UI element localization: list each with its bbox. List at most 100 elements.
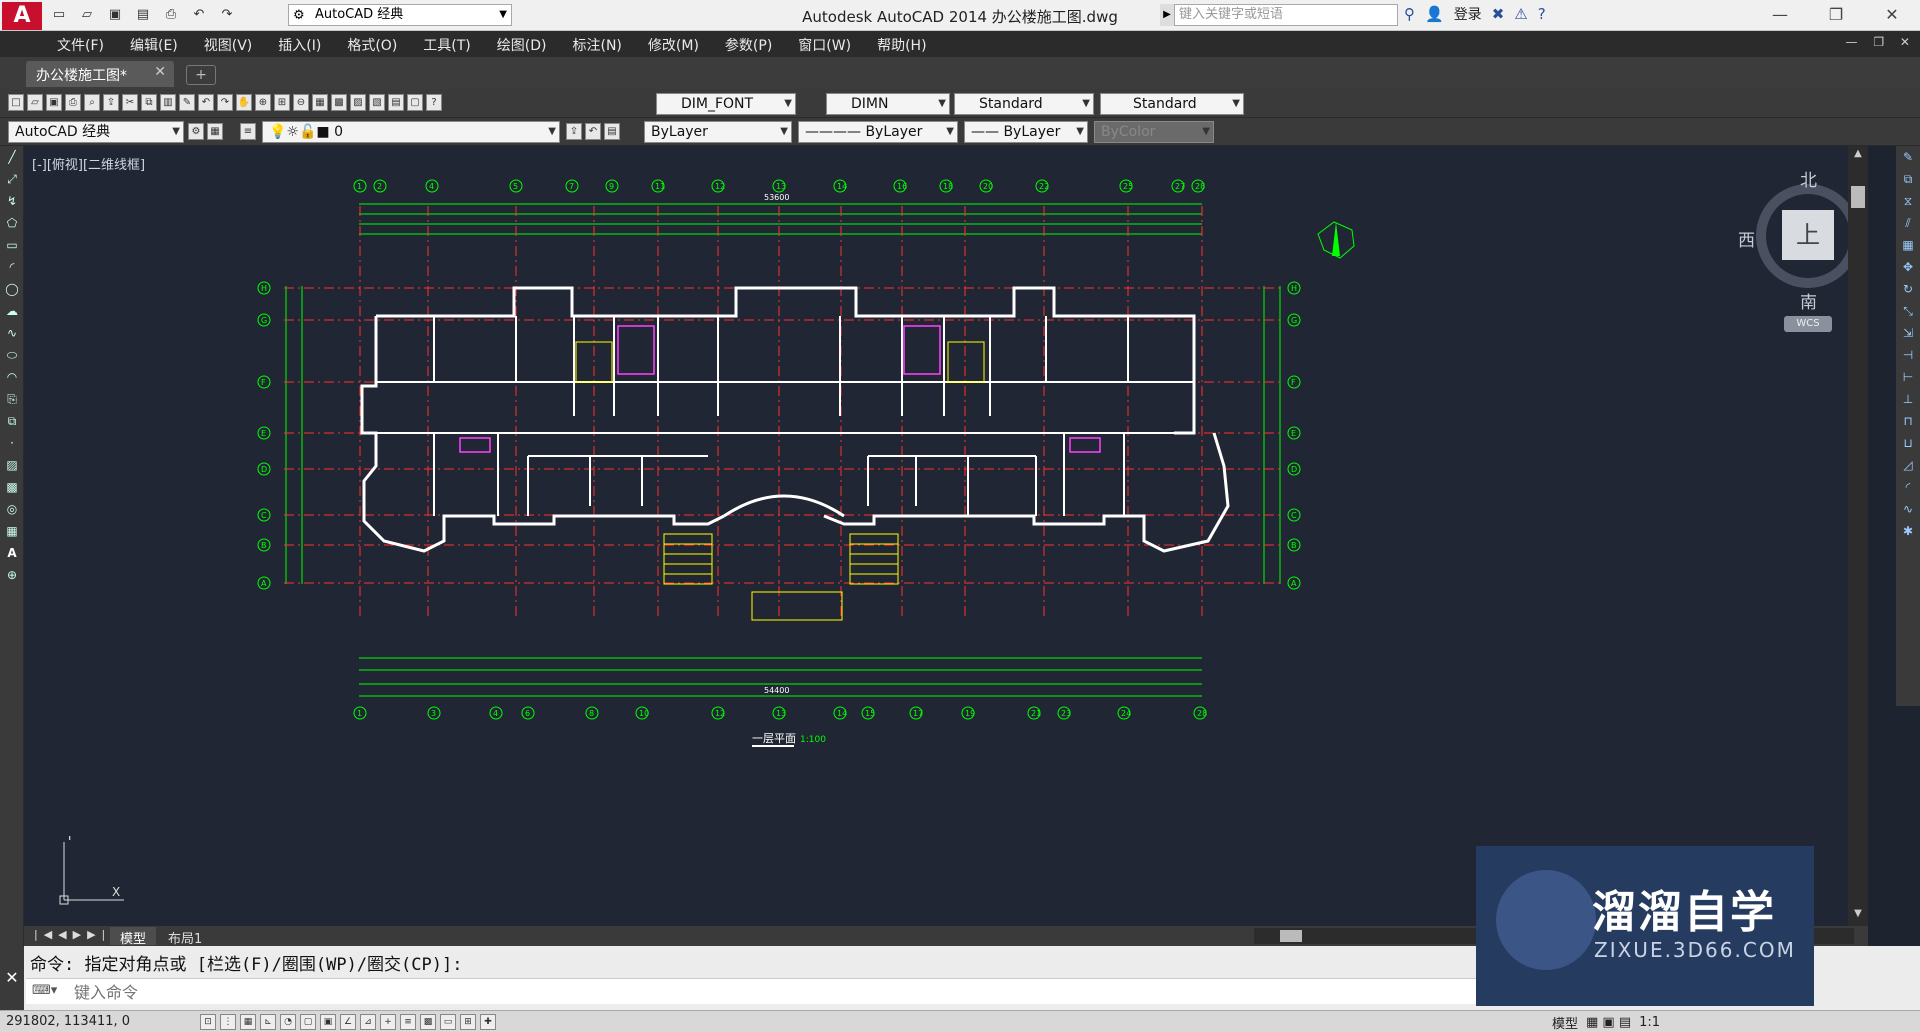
menu-file[interactable]: 文件(F) <box>44 31 117 57</box>
scroll-up-icon[interactable]: ▲ <box>1848 148 1868 164</box>
hatch-icon[interactable]: ▨ <box>3 458 21 476</box>
login-link[interactable]: 登录 <box>1454 4 1482 24</box>
layout-icons[interactable]: ▦ ▣ ▤ <box>1586 1015 1631 1030</box>
layer-previous-icon[interactable]: ↶ <box>585 123 601 140</box>
viewcube-face-top[interactable]: 上 <box>1782 210 1834 260</box>
coordinates-readout[interactable]: 291802, 113411, 0 <box>6 1014 130 1029</box>
table-style-select[interactable]: Standard ▼ <box>954 93 1094 115</box>
lineweight-icon[interactable]: ≡ <box>400 1014 416 1030</box>
new-icon[interactable]: ▭ <box>48 4 70 26</box>
ellipse-icon[interactable]: ⬭ <box>3 348 21 366</box>
3dosnap-icon[interactable]: ▣ <box>320 1014 336 1030</box>
layer-state-icon[interactable]: ▤ <box>604 123 620 140</box>
zoom-window-icon[interactable]: ⊞ <box>274 94 290 111</box>
make-block-icon[interactable]: ⧉ <box>3 414 21 432</box>
properties-icon[interactable]: ▦ <box>312 94 328 111</box>
ducs-icon[interactable]: ⊿ <box>360 1014 376 1030</box>
document-tab[interactable]: 办公楼施工图* ✕ <box>26 61 174 87</box>
rotate-icon[interactable]: ↻ <box>1899 282 1917 300</box>
matchprop-icon[interactable]: ✎ <box>179 94 195 111</box>
vertical-scrollbar[interactable]: ▲ ▼ <box>1848 146 1868 926</box>
mirror-icon[interactable]: ⧖ <box>1899 194 1917 212</box>
customize-icon[interactable]: ▦ <box>207 123 223 140</box>
compass-north[interactable]: 北 <box>1800 166 1817 191</box>
save-icon[interactable]: ▣ <box>104 4 126 26</box>
close-icon[interactable]: ✕ <box>0 946 24 1010</box>
user-icon[interactable]: 👤 <box>1425 5 1444 23</box>
binoculars-icon[interactable]: ⚲ <box>1404 5 1415 23</box>
layer-select[interactable]: 💡☼🔓■ 0 ▼ <box>262 121 560 143</box>
polyline-icon[interactable]: ↯ <box>3 194 21 212</box>
grid-icon[interactable]: ▦ <box>240 1014 256 1030</box>
break-icon[interactable]: ⊓ <box>1899 414 1917 432</box>
workspace-settings-icon[interactable]: ⚙ <box>188 123 204 140</box>
help-icon[interactable]: ? <box>1538 5 1546 23</box>
a360-icon[interactable]: ⚠ <box>1514 5 1527 23</box>
color-select[interactable]: ByLayer ▼ <box>644 121 792 143</box>
app-menu-button[interactable]: A <box>2 2 42 30</box>
qp-icon[interactable]: ▭ <box>440 1014 456 1030</box>
tab-model[interactable]: 模型 <box>110 927 157 947</box>
am-icon[interactable]: ✚ <box>480 1014 496 1030</box>
extend-icon[interactable]: ⊢ <box>1899 370 1917 388</box>
insert-block-icon[interactable]: ⎘ <box>3 392 21 410</box>
pan-icon[interactable]: ✋ <box>236 94 252 111</box>
mleader-style-select[interactable]: Standard ▼ <box>1100 93 1244 115</box>
menu-draw[interactable]: 绘图(D) <box>484 31 560 57</box>
arc-icon[interactable]: ◜ <box>3 260 21 278</box>
zoom-realtime-icon[interactable]: ⊕ <box>255 94 271 111</box>
print-icon[interactable]: ⎙ <box>160 4 182 26</box>
menu-parametric[interactable]: 参数(P) <box>712 31 785 57</box>
osnap-icon[interactable]: ▢ <box>300 1014 316 1030</box>
erase-icon[interactable]: ✎ <box>1899 150 1917 168</box>
toolpalette-icon[interactable]: ▨ <box>350 94 366 111</box>
scroll-down-icon[interactable]: ▼ <box>1848 908 1868 924</box>
copy-icon[interactable]: ⧉ <box>141 94 157 111</box>
print-icon[interactable]: ⎙ <box>65 94 81 111</box>
break-point-icon[interactable]: ⊥ <box>1899 392 1917 410</box>
cut-icon[interactable]: ✂ <box>122 94 138 111</box>
markup-icon[interactable]: ▤ <box>388 94 404 111</box>
menu-modify[interactable]: 修改(M) <box>635 31 712 57</box>
spline-icon[interactable]: ∿ <box>3 326 21 344</box>
close-icon[interactable]: ✕ <box>1864 0 1920 30</box>
command-prompt-icon[interactable]: ⌨▾ <box>32 983 57 998</box>
help-search-input[interactable]: 键入关键字或短语 <box>1174 4 1398 26</box>
compass-south[interactable]: 南 <box>1800 288 1817 313</box>
hscroll-thumb[interactable] <box>1280 930 1302 942</box>
close-tab-icon[interactable]: ✕ <box>154 64 166 80</box>
point-icon[interactable]: · <box>3 436 21 454</box>
menu-view[interactable]: 视图(V) <box>191 31 266 57</box>
ortho-icon[interactable]: ⊾ <box>260 1014 276 1030</box>
saveas-icon[interactable]: ▤ <box>132 4 154 26</box>
open-icon[interactable]: ▱ <box>76 4 98 26</box>
join-icon[interactable]: ⊔ <box>1899 436 1917 454</box>
menu-tools[interactable]: 工具(T) <box>410 31 483 57</box>
snap-icon[interactable]: ⋮ <box>220 1014 236 1030</box>
preview-icon[interactable]: ⌕ <box>84 94 100 111</box>
layout-nav-arrows[interactable]: |◀◀▶▶| <box>34 928 111 941</box>
mtext-icon[interactable]: A <box>3 546 21 564</box>
line-icon[interactable]: ╱ <box>3 150 21 168</box>
gradient-icon[interactable]: ▩ <box>3 480 21 498</box>
circle-icon[interactable]: ◯ <box>3 282 21 300</box>
designcenter-icon[interactable]: ▩ <box>331 94 347 111</box>
undo-icon[interactable]: ↶ <box>198 94 214 111</box>
array-icon[interactable]: ▦ <box>1899 238 1917 256</box>
exchange-icon[interactable]: ✖ <box>1492 5 1505 23</box>
drawing-canvas[interactable]: [-][俯视][二维线框] 一层平面 1:100 53600 54400 1 2… <box>24 146 1868 926</box>
zoom-previous-icon[interactable]: ⊖ <box>293 94 309 111</box>
chamfer-icon[interactable]: ◿ <box>1899 458 1917 476</box>
open-icon[interactable]: ▱ <box>27 94 43 111</box>
region-icon[interactable]: ◎ <box>3 502 21 520</box>
maximize-icon[interactable]: ❐ <box>1808 0 1864 30</box>
menu-edit[interactable]: 编辑(E) <box>117 31 191 57</box>
linetype-select[interactable]: ———— ByLayer ▼ <box>798 121 958 143</box>
document-window-controls[interactable]: — ❐ ✕ <box>1846 35 1916 49</box>
offset-icon[interactable]: ⫽ <box>1899 216 1917 234</box>
polygon-icon[interactable]: ⬠ <box>3 216 21 234</box>
explode-icon[interactable]: ✱ <box>1899 524 1917 542</box>
menu-dimension[interactable]: 标注(N) <box>560 31 635 57</box>
copy-object-icon[interactable]: ⧉ <box>1899 172 1917 190</box>
trim-icon[interactable]: ⊣ <box>1899 348 1917 366</box>
